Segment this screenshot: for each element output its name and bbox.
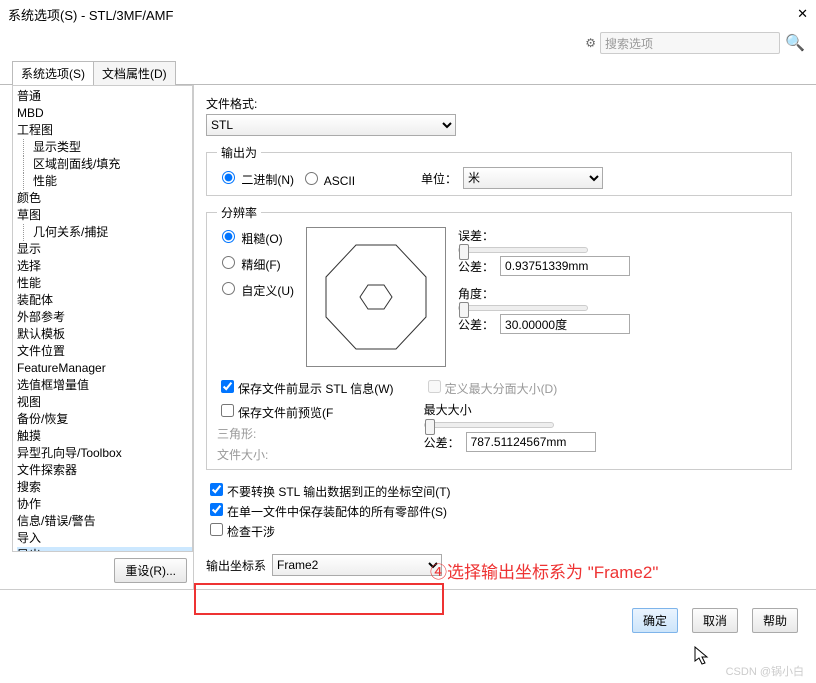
output-as-label: 输出为	[217, 144, 261, 161]
tolerance1-input[interactable]	[500, 256, 630, 276]
coord-system-label: 输出坐标系	[206, 557, 266, 574]
ascii-radio[interactable]: ASCII	[300, 169, 355, 188]
coarse-radio[interactable]: 粗糙(O)	[217, 227, 294, 247]
annotation-text: ④选择输出坐标系为 "Frame2"	[430, 558, 658, 583]
cancel-button[interactable]: 取消	[692, 608, 738, 633]
angle-label: 角度：	[458, 285, 630, 302]
unit-label: 单位：	[421, 170, 457, 187]
tree-item[interactable]: 信息/错误/警告	[17, 513, 192, 530]
tree-item[interactable]: FeatureManager	[17, 360, 192, 377]
tree-item[interactable]: 普通	[17, 88, 192, 105]
tabs: 系统选项(S) 文档属性(D)	[0, 60, 816, 85]
search-input[interactable]: 搜索选项	[600, 32, 780, 54]
options-pane: 文件格式: STL 输出为 二进制(N) ASCII 单位： 米 分辨率 粗糙(…	[194, 85, 816, 589]
category-tree[interactable]: 普通MBD工程图显示类型区域剖面线/填充性能颜色草图几何关系/捕捉显示选择性能装…	[12, 85, 193, 552]
angle-slider[interactable]	[458, 305, 588, 311]
single-file-checkbox[interactable]: 在单一文件中保存装配体的所有零部件(S)	[206, 505, 447, 519]
tree-item[interactable]: 触摸	[17, 428, 192, 445]
dialog-footer: 确定 取消 帮助	[0, 590, 816, 633]
cursor-icon	[694, 646, 710, 666]
show-stl-checkbox[interactable]: 保存文件前显示 STL 信息(W)	[217, 377, 394, 397]
octagon-icon	[316, 237, 436, 357]
deviation-slider[interactable]	[458, 247, 588, 253]
file-format-label: 文件格式:	[206, 95, 792, 112]
tree-item[interactable]: 导入	[17, 530, 192, 547]
binary-radio[interactable]: 二进制(N)	[217, 168, 294, 188]
resolution-label: 分辨率	[217, 204, 261, 221]
tolerance2-input[interactable]	[500, 314, 630, 334]
tolerance2-label: 公差：	[458, 316, 494, 333]
tolerance3-label: 公差：	[424, 434, 460, 451]
tree-item[interactable]: MBD	[17, 105, 192, 122]
file-format-select[interactable]: STL	[206, 114, 456, 136]
search-bar: ⚙ 搜索选项 🔍	[0, 28, 816, 58]
max-size-label: 最大大小	[424, 401, 596, 418]
tolerance3-input[interactable]	[466, 432, 596, 452]
search-icon[interactable]: 🔍	[784, 32, 806, 54]
tree-item[interactable]: 文件位置	[17, 343, 192, 360]
filesize-label: 文件大小:	[217, 446, 394, 463]
deviation-label: 误差：	[458, 227, 630, 244]
tree-item[interactable]: 区域剖面线/填充	[17, 156, 192, 173]
tree-item[interactable]: 视图	[17, 394, 192, 411]
tree-item[interactable]: 选择	[17, 258, 192, 275]
title-bar: 系统选项(S) - STL/3MF/AMF ✕	[0, 0, 816, 28]
ok-button[interactable]: 确定	[632, 608, 678, 633]
define-max-checkbox: 定义最大分面大小(D)	[424, 377, 596, 397]
tree-item[interactable]: 性能	[17, 173, 192, 190]
tab-system-options[interactable]: 系统选项(S)	[12, 61, 94, 85]
tree-item[interactable]: 选值框增量值	[17, 377, 192, 394]
help-button[interactable]: 帮助	[752, 608, 798, 633]
unit-select[interactable]: 米	[463, 167, 603, 189]
tree-item[interactable]: 草图	[17, 207, 192, 224]
watermark: CSDN @锅小白	[726, 663, 804, 679]
close-icon[interactable]: ✕	[797, 6, 808, 22]
check-checkbox[interactable]: 检查干涉	[206, 525, 275, 539]
tree-item[interactable]: 外部参考	[17, 309, 192, 326]
tree-item[interactable]: 异型孔向导/Toolbox	[17, 445, 192, 462]
tree-item[interactable]: 几何关系/捕捉	[17, 224, 192, 241]
tree-item[interactable]: 搜索	[17, 479, 192, 496]
fine-radio[interactable]: 精细(F)	[217, 253, 294, 273]
tree-item[interactable]: 显示类型	[17, 139, 192, 156]
tree-item[interactable]: 文件探索器	[17, 462, 192, 479]
no-transform-checkbox[interactable]: 不要转换 STL 输出数据到正的坐标空间(T)	[206, 485, 451, 499]
tree-item[interactable]: 工程图	[17, 122, 192, 139]
tree-item[interactable]: 显示	[17, 241, 192, 258]
tree-item[interactable]: 颜色	[17, 190, 192, 207]
reset-button[interactable]: 重设(R)...	[114, 558, 187, 583]
window-title: 系统选项(S) - STL/3MF/AMF	[8, 5, 173, 24]
tree-item[interactable]: 装配体	[17, 292, 192, 309]
output-as-group: 输出为 二进制(N) ASCII 单位： 米	[206, 144, 792, 196]
gear-icon[interactable]: ⚙	[585, 36, 596, 50]
tree-item[interactable]: 性能	[17, 275, 192, 292]
custom-radio[interactable]: 自定义(U)	[217, 279, 294, 299]
preview-box	[306, 227, 446, 367]
tab-doc-properties[interactable]: 文档属性(D)	[93, 61, 176, 85]
tree-item[interactable]: 默认模板	[17, 326, 192, 343]
resolution-group: 分辨率 粗糙(O) 精细(F) 自定义(U) 误差： 公差：	[206, 204, 792, 470]
triangles-label: 三角形:	[217, 425, 394, 442]
preview-checkbox[interactable]: 保存文件前预览(F	[217, 401, 394, 421]
tolerance1-label: 公差：	[458, 258, 494, 275]
tree-item[interactable]: 备份/恢复	[17, 411, 192, 428]
coord-system-select[interactable]: Frame2	[272, 554, 442, 576]
max-size-slider[interactable]	[424, 422, 554, 428]
tree-item[interactable]: 协作	[17, 496, 192, 513]
